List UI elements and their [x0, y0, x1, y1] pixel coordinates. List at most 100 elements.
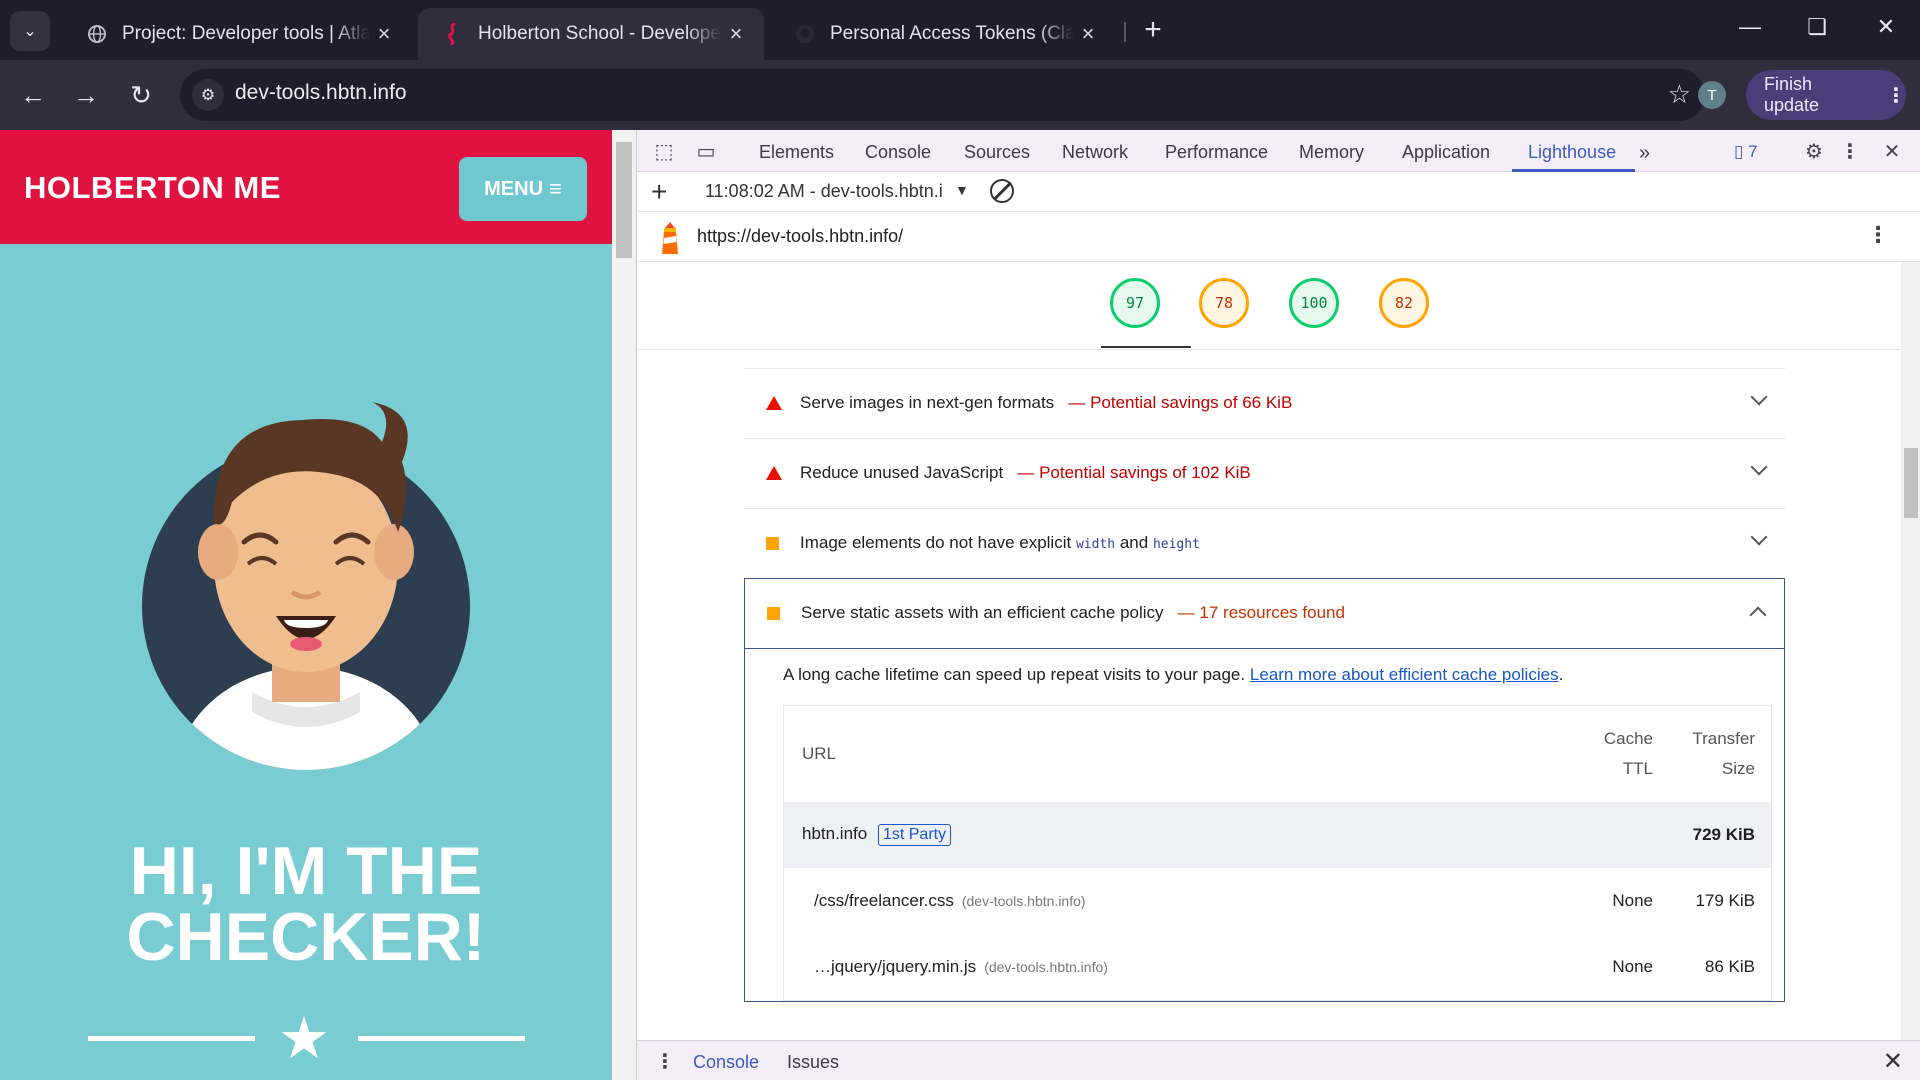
- devtools-tab-performance[interactable]: Performance: [1165, 142, 1268, 163]
- audit-resources-found: — 17 resources found: [1177, 603, 1345, 622]
- reload-button[interactable]: ↻: [123, 77, 159, 113]
- audit-code-height: height: [1152, 537, 1200, 552]
- group-size: 729 KiB: [1692, 825, 1755, 844]
- close-icon[interactable]: ×: [722, 20, 750, 48]
- inspect-element-icon[interactable]: ⬚: [651, 139, 677, 163]
- audit-cache-policy-header[interactable]: Serve static assets with an efficient ca…: [745, 579, 1784, 649]
- report-scroll-thumb[interactable]: [1904, 448, 1918, 518]
- hero-title: HI, I'M THE CHECKER!: [0, 837, 612, 975]
- table-row: /css/freelancer.css (dev-tools.hbtn.info)…: [784, 868, 1771, 934]
- report-scrollbar[interactable]: [1901, 262, 1920, 1040]
- devtools-tab-network[interactable]: Network: [1062, 142, 1128, 163]
- score-gauge-seo[interactable]: 82: [1379, 278, 1429, 328]
- address-bar[interactable]: ⚙ dev-tools.hbtn.info ☆: [180, 69, 1705, 121]
- menu-button[interactable]: MENU ≡: [459, 157, 587, 221]
- table-group-row: hbtn.info 1st Party 729 KiB: [784, 802, 1771, 868]
- close-devtools-icon[interactable]: ✕: [1879, 139, 1905, 163]
- audit-savings: — Potential savings of 66 KiB: [1068, 393, 1293, 412]
- chevron-down-icon: ⌄: [23, 23, 37, 40]
- tab-search-button[interactable]: ⌄: [10, 11, 50, 51]
- back-button[interactable]: ←: [15, 77, 51, 113]
- lighthouse-report: 97 78 100 82 Serve images in next-gen fo…: [637, 262, 1901, 1040]
- column-cache-ttl-line1: Cache: [1603, 729, 1653, 748]
- devtools-tab-sources[interactable]: Sources: [964, 142, 1030, 163]
- drawer-tab-issues[interactable]: Issues: [787, 1052, 839, 1073]
- page-scroll-thumb[interactable]: [616, 142, 632, 258]
- arrow-right-icon: →: [73, 79, 99, 110]
- profile-avatar[interactable]: T: [1698, 81, 1726, 109]
- audit-description-period: .: [1558, 665, 1564, 684]
- close-window-button[interactable]: ✕: [1866, 14, 1906, 40]
- devtools-tab-elements[interactable]: Elements: [759, 142, 834, 163]
- browser-tab-holberton[interactable]: Holberton School - Developer tools ×: [418, 8, 764, 60]
- lighthouse-toolbar: + 11:08:02 AM - dev-tools.hbtn.i ▼: [637, 172, 1920, 212]
- audit-unsized-images[interactable]: Image elements do not have explicit widt…: [744, 508, 1785, 578]
- finish-update-button[interactable]: Finish update ⋮: [1746, 70, 1906, 120]
- column-cache-ttl-line2: TTL: [1622, 759, 1653, 778]
- score-gauge-accessibility[interactable]: 78: [1199, 278, 1249, 328]
- column-transfer-size-line1: Transfer: [1692, 729, 1755, 748]
- report-url[interactable]: https://dev-tools.hbtn.info/: [697, 226, 903, 247]
- score-gauge-performance[interactable]: 97: [1110, 278, 1160, 328]
- devtools-tab-memory[interactable]: Memory: [1299, 142, 1364, 163]
- new-report-button[interactable]: +: [651, 176, 667, 208]
- close-icon[interactable]: ×: [1074, 20, 1102, 48]
- average-square-icon: [767, 607, 780, 620]
- page-scrollbar[interactable]: [612, 130, 636, 1080]
- resource-url[interactable]: /css/freelancer.css: [814, 891, 954, 910]
- minimize-button[interactable]: —: [1730, 14, 1770, 40]
- chevron-down-icon: [1750, 458, 1768, 476]
- clear-reports-icon[interactable]: [990, 179, 1014, 203]
- report-selector[interactable]: 11:08:02 AM - dev-tools.hbtn.i: [705, 181, 943, 202]
- audit-code-width: width: [1075, 537, 1116, 552]
- devtools-panel: ⬚ ▭ Elements Console Sources Network Per…: [636, 130, 1920, 1080]
- group-entity: hbtn.info: [802, 824, 868, 843]
- finish-update-label: Finish update: [1764, 74, 1820, 115]
- first-party-badge: 1st Party: [877, 824, 952, 846]
- resource-host: (dev-tools.hbtn.info): [984, 959, 1108, 975]
- score-gauges: 97 78 100 82: [637, 262, 1901, 350]
- audit-title-and: and: [1119, 533, 1149, 552]
- address-url[interactable]: dev-tools.hbtn.info: [235, 81, 407, 105]
- drawer-kebab-icon[interactable]: ⋮: [655, 1049, 675, 1074]
- issues-icon: ▯: [1734, 142, 1744, 161]
- learn-more-link[interactable]: Learn more about efficient cache policie…: [1250, 665, 1559, 684]
- fail-triangle-icon: [766, 396, 782, 410]
- audit-title: Reduce unused JavaScript: [800, 463, 1004, 482]
- close-drawer-icon[interactable]: ✕: [1883, 1047, 1903, 1076]
- dropdown-caret-icon[interactable]: ▼: [955, 182, 969, 198]
- device-toolbar-icon[interactable]: ▭: [693, 139, 719, 163]
- more-tabs-icon[interactable]: »: [1639, 142, 1650, 165]
- lighthouse-report-header: https://dev-tools.hbtn.info/ ⋮: [637, 212, 1920, 262]
- site-info-icon[interactable]: ⚙: [192, 79, 224, 111]
- new-tab-button[interactable]: +: [1138, 15, 1168, 46]
- audit-next-gen-images[interactable]: Serve images in next-gen formats — Poten…: [744, 368, 1785, 438]
- restore-button[interactable]: ❏: [1797, 14, 1837, 40]
- settings-gear-icon[interactable]: ⚙: [1801, 139, 1827, 163]
- divider-line-left: [88, 1036, 255, 1041]
- audit-title: Serve images in next-gen formats: [800, 393, 1055, 412]
- hero-title-line-2: CHECKER!: [126, 899, 486, 975]
- devtools-tab-application[interactable]: Application: [1402, 142, 1490, 163]
- drawer-tab-console[interactable]: Console: [693, 1052, 759, 1073]
- chevron-up-icon: [1749, 606, 1767, 624]
- site-brand[interactable]: HOLBERTON ME: [24, 170, 281, 206]
- report-tools-kebab-icon[interactable]: ⋮: [1867, 222, 1889, 248]
- average-square-icon: [766, 537, 779, 550]
- close-icon[interactable]: ×: [370, 20, 398, 48]
- bookmark-star-icon[interactable]: ☆: [1668, 79, 1691, 110]
- devtools-kebab-icon[interactable]: ⋮: [1837, 139, 1863, 163]
- resource-url[interactable]: …jquery/jquery.min.js: [814, 957, 976, 976]
- issues-counter[interactable]: ▯ 7: [1734, 142, 1758, 162]
- forward-button[interactable]: →: [68, 77, 104, 113]
- table-row: …jquery/jquery.min.js (dev-tools.hbtn.inf…: [784, 934, 1771, 1000]
- table-header: URL Cache TTL Transfer Size: [784, 706, 1771, 802]
- tab-title: Personal Access Tokens (Classic): [830, 23, 1074, 44]
- browser-tab-github-tokens[interactable]: Personal Access Tokens (Classic) ×: [770, 8, 1116, 60]
- audit-savings: — Potential savings of 102 KiB: [1017, 463, 1251, 482]
- audit-unused-javascript[interactable]: Reduce unused JavaScript — Potential sav…: [744, 438, 1785, 508]
- score-gauge-best-practices[interactable]: 100: [1289, 278, 1339, 328]
- devtools-tab-console[interactable]: Console: [865, 142, 931, 163]
- devtools-tab-lighthouse[interactable]: Lighthouse: [1528, 142, 1616, 163]
- browser-tab-atlas[interactable]: Project: Developer tools | Atlas ×: [62, 8, 412, 60]
